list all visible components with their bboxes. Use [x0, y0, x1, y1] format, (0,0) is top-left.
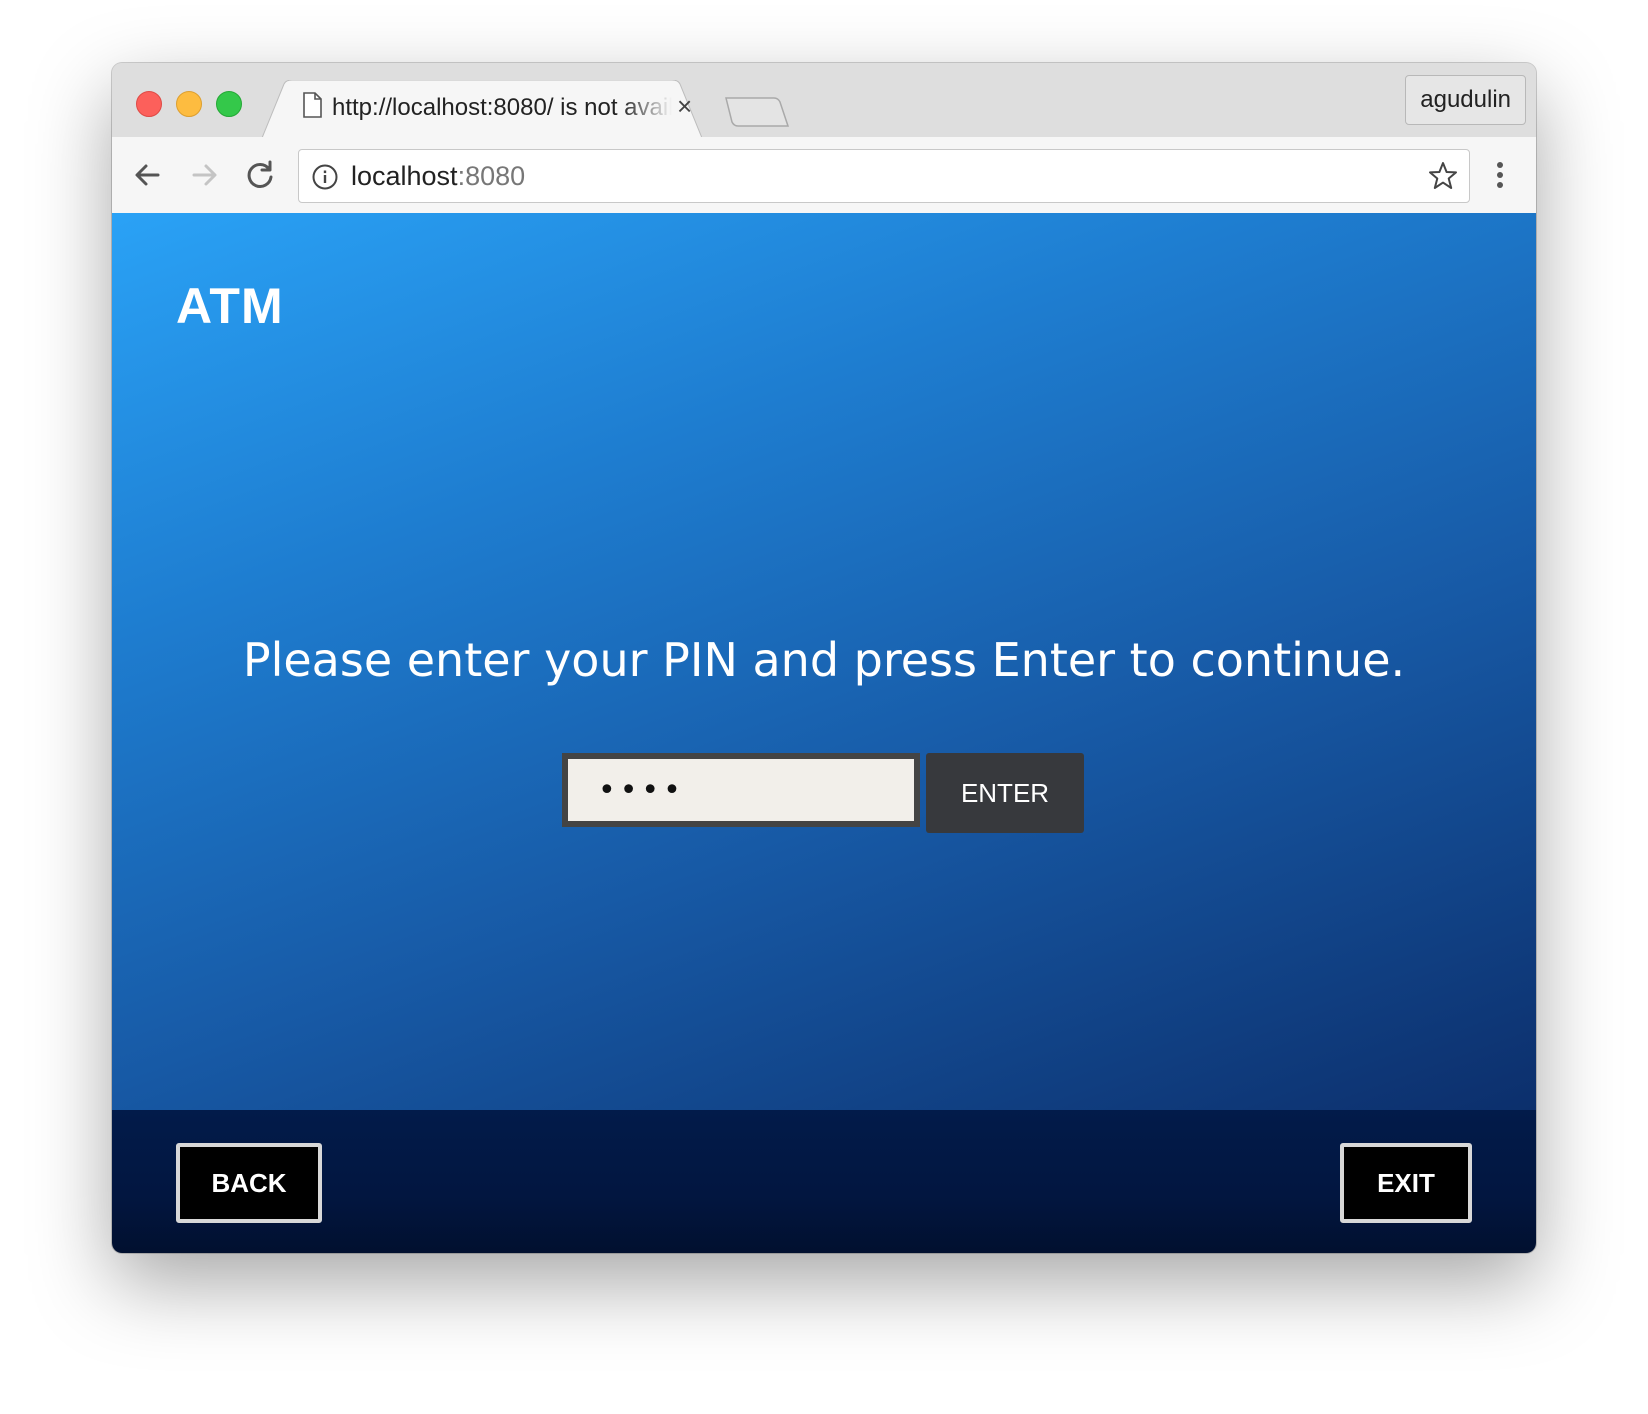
enter-button[interactable]: ENTER	[926, 753, 1084, 833]
tab-strip: http://localhost:8080/ is not available …	[112, 63, 1536, 138]
back-arrow-icon[interactable]	[128, 155, 168, 195]
browser-tab[interactable]: http://localhost:8080/ is not available …	[262, 80, 702, 138]
page-title: ATM	[176, 278, 284, 334]
page-viewport: ATM Please enter your PIN and press Ente…	[112, 213, 1536, 1253]
reload-icon[interactable]	[240, 155, 280, 195]
url-host: localhost	[351, 161, 458, 191]
bookmark-star-icon[interactable]	[1427, 160, 1459, 197]
document-icon	[302, 92, 322, 123]
window-close-button[interactable]	[136, 91, 162, 117]
pin-prompt: Please enter your PIN and press Enter to…	[242, 633, 1406, 687]
url-port: :8080	[457, 161, 526, 191]
pin-input[interactable]	[562, 753, 920, 827]
forward-arrow-icon[interactable]	[184, 155, 224, 195]
tab-close-icon[interactable]: ×	[677, 93, 692, 119]
url-text: localhost:8080	[351, 161, 525, 192]
exit-button[interactable]: EXIT	[1340, 1143, 1472, 1223]
atm-footer: BACK EXIT	[112, 1110, 1536, 1253]
new-tab-button[interactable]	[724, 96, 790, 133]
info-icon[interactable]	[311, 163, 339, 196]
window-minimize-button[interactable]	[176, 91, 202, 117]
tab-title: http://localhost:8080/ is not available	[332, 94, 672, 121]
browser-window: http://localhost:8080/ is not available …	[112, 63, 1536, 1253]
address-bar[interactable]: localhost:8080	[298, 149, 1470, 203]
back-button[interactable]: BACK	[176, 1143, 322, 1223]
atm-main-panel: ATM Please enter your PIN and press Ente…	[112, 213, 1536, 1110]
pin-form: ENTER	[562, 753, 1087, 833]
window-maximize-button[interactable]	[216, 91, 242, 117]
browser-toolbar: localhost:8080	[112, 137, 1536, 214]
kebab-menu-icon[interactable]	[1480, 155, 1520, 195]
profile-button[interactable]: agudulin	[1405, 75, 1526, 125]
